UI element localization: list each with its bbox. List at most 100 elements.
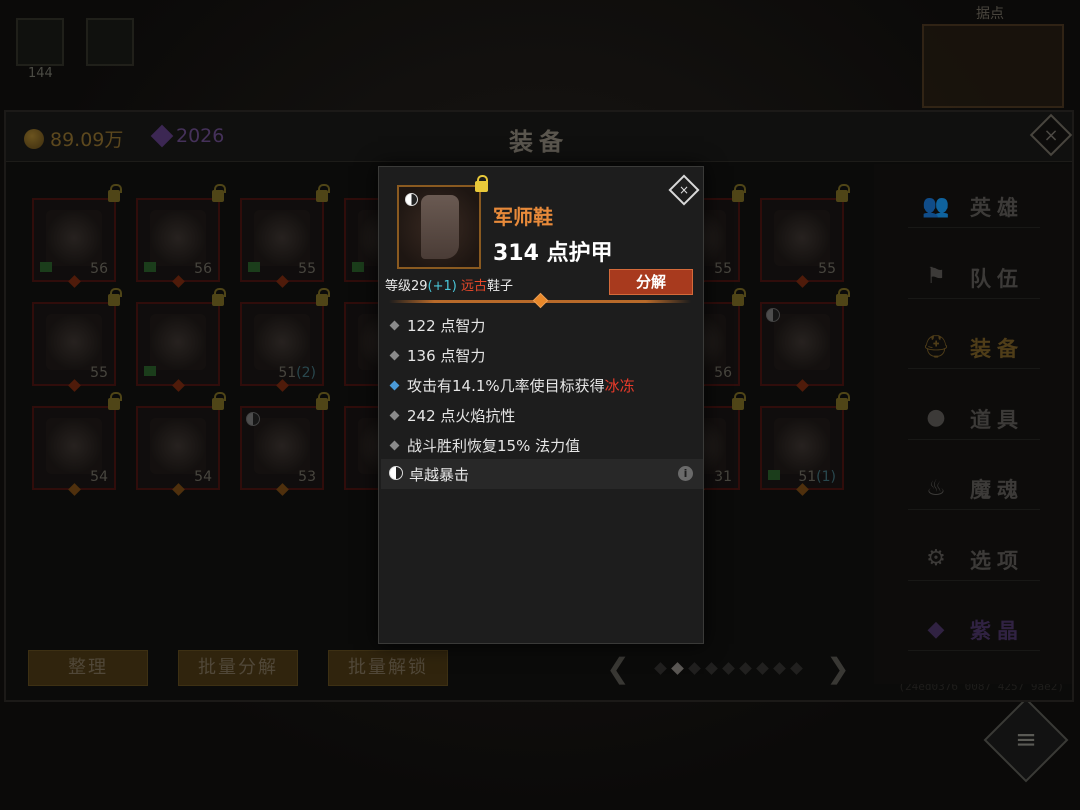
equipment-slot[interactable]: 55 xyxy=(32,288,122,392)
page-dot[interactable] xyxy=(738,661,752,675)
page-dot[interactable] xyxy=(721,661,735,675)
batch-dismantle-button[interactable]: 批量分解 xyxy=(178,650,298,686)
item-level-bonus: (1) xyxy=(816,469,836,485)
item-stat: 战斗胜利恢复15% 法力值 xyxy=(389,435,580,456)
menu-icon: ≡ xyxy=(1015,725,1037,755)
equipment-slot[interactable]: 54 xyxy=(32,392,122,496)
sidebar-item-flag[interactable]: ⚑ 队伍 xyxy=(908,255,1040,299)
sidebar-item-label: 英雄 xyxy=(970,196,1024,220)
rarity-gem-icon xyxy=(68,483,81,496)
stat-text: 攻击有14.1%几率使目标获得 xyxy=(407,377,605,395)
prev-page-button[interactable]: ❮ xyxy=(606,652,630,685)
sort-button[interactable]: 整理 xyxy=(28,650,148,686)
lock-icon[interactable] xyxy=(475,175,488,192)
sidebar-item-hero[interactable]: 👥 英雄 xyxy=(908,184,1040,228)
sidebar-item-bag[interactable]: ● 道具 xyxy=(908,396,1040,440)
equipment-slot[interactable] xyxy=(760,288,850,392)
info-icon[interactable]: i xyxy=(678,466,693,481)
stat-text: 242 点火焰抗性 xyxy=(407,407,516,425)
divider xyxy=(389,292,691,309)
item-thumbnail xyxy=(254,210,310,266)
page-dots xyxy=(653,661,803,675)
amethyst-icon: ◆ xyxy=(927,616,945,642)
item-stat: 242 点火焰抗性 xyxy=(389,405,516,426)
item-level: 56 xyxy=(194,261,212,277)
equipment-slot[interactable]: 51(1) xyxy=(760,392,850,496)
equipment-slot[interactable] xyxy=(136,288,226,392)
skill-slot xyxy=(86,18,134,66)
sidebar-item-label: 队伍 xyxy=(970,266,1024,291)
equipment-slot[interactable]: 51(2) xyxy=(240,288,330,392)
book-icon xyxy=(768,470,780,480)
item-level: 55 xyxy=(818,261,836,277)
helmet-icon: ⛑ xyxy=(922,334,950,360)
page-dot[interactable] xyxy=(704,661,718,675)
pager: ❮ ❯ xyxy=(606,652,850,685)
rarity-gem-icon xyxy=(796,483,809,496)
item-tooltip: 军师鞋 314 点护甲 × 等级29(+1) 远古鞋子 分解 122 点智力 13… xyxy=(378,166,704,644)
rarity-gem-icon xyxy=(68,379,81,392)
item-level: 51(1) xyxy=(798,469,836,485)
equipment-slot[interactable]: 55 xyxy=(240,184,330,288)
rarity-gem-icon xyxy=(68,275,81,288)
equipment-slot[interactable]: 56 xyxy=(136,184,226,288)
item-type: 鞋子 xyxy=(487,279,514,294)
lock-icon xyxy=(836,184,850,202)
stat-text: 122 点智力 xyxy=(407,317,486,335)
page-dot[interactable] xyxy=(772,661,786,675)
stat-bullet-icon xyxy=(389,320,400,331)
lock-icon xyxy=(316,184,330,202)
rarity-gem-icon xyxy=(276,483,289,496)
lock-icon xyxy=(108,184,122,202)
yin-yang-icon xyxy=(246,412,260,426)
batch-unlock-button[interactable]: 批量解锁 xyxy=(328,650,448,686)
equipment-slot[interactable]: 54 xyxy=(136,392,226,496)
sidebar-item-amethyst[interactable]: ◆ 紫晶 xyxy=(908,607,1040,651)
item-level: 等级29 xyxy=(385,279,428,294)
page-dot[interactable] xyxy=(653,661,667,675)
item-thumbnail xyxy=(774,210,830,266)
item-rarity: 远古 xyxy=(461,279,488,294)
hero-icon: 👥 xyxy=(922,193,950,219)
stat-highlight: 冰冻 xyxy=(604,377,635,395)
book-icon xyxy=(40,262,52,272)
equipment-slot[interactable]: 55 xyxy=(760,184,850,288)
lock-icon xyxy=(836,288,850,306)
item-thumbnail xyxy=(150,210,206,266)
rarity-gem-icon xyxy=(796,275,809,288)
flag-icon: ⚑ xyxy=(926,264,946,289)
lock-icon xyxy=(212,288,226,306)
rarity-gem-icon xyxy=(172,379,185,392)
equipment-slot[interactable]: 53 xyxy=(240,392,330,496)
rarity-gem-icon xyxy=(796,379,809,392)
item-thumbnail xyxy=(774,314,830,370)
close-icon: × xyxy=(1043,124,1059,146)
main-menu-button[interactable]: ≡ xyxy=(983,697,1069,783)
page-dot[interactable] xyxy=(755,661,769,675)
sidebar-item-label: 选项 xyxy=(970,548,1024,573)
page-dot[interactable] xyxy=(670,661,684,675)
item-level: 53 xyxy=(298,469,316,485)
rarity-gem-icon xyxy=(276,379,289,392)
sidebar-item-label: 道具 xyxy=(970,407,1024,432)
item-thumbnail xyxy=(774,418,830,474)
item-level: 55 xyxy=(714,261,732,277)
sidebar-item-gear[interactable]: ⚙ 选项 xyxy=(908,537,1040,581)
equipment-slot[interactable]: 56 xyxy=(32,184,122,288)
next-page-button[interactable]: ❯ xyxy=(826,652,850,685)
yin-yang-icon xyxy=(766,308,780,322)
map-label: 据点 xyxy=(976,6,1004,22)
page-dot[interactable] xyxy=(687,661,701,675)
sidebar-item-helmet[interactable]: ⛑ 装备 xyxy=(908,325,1040,369)
page-dot[interactable] xyxy=(789,661,803,675)
flame-icon: ♨ xyxy=(926,475,946,501)
item-stat: 136 点智力 xyxy=(389,345,485,366)
item-stat: 攻击有14.1%几率使目标获得冰冻 xyxy=(389,375,635,396)
talent-row[interactable]: 卓越暴击 i xyxy=(381,459,703,489)
tooltip-close-button[interactable]: × xyxy=(668,174,700,206)
sidebar-item-flame[interactable]: ♨ 魔魂 xyxy=(908,466,1040,510)
dismantle-button[interactable]: 分解 xyxy=(609,269,693,295)
item-thumbnail xyxy=(254,314,310,370)
lock-icon xyxy=(836,392,850,410)
sidebar: 👥 英雄 ⚑ 队伍 ⛑ 装备 ● 道具 ♨ 魔魂 ⚙ 选项 ◆ 紫晶 xyxy=(874,164,1072,684)
